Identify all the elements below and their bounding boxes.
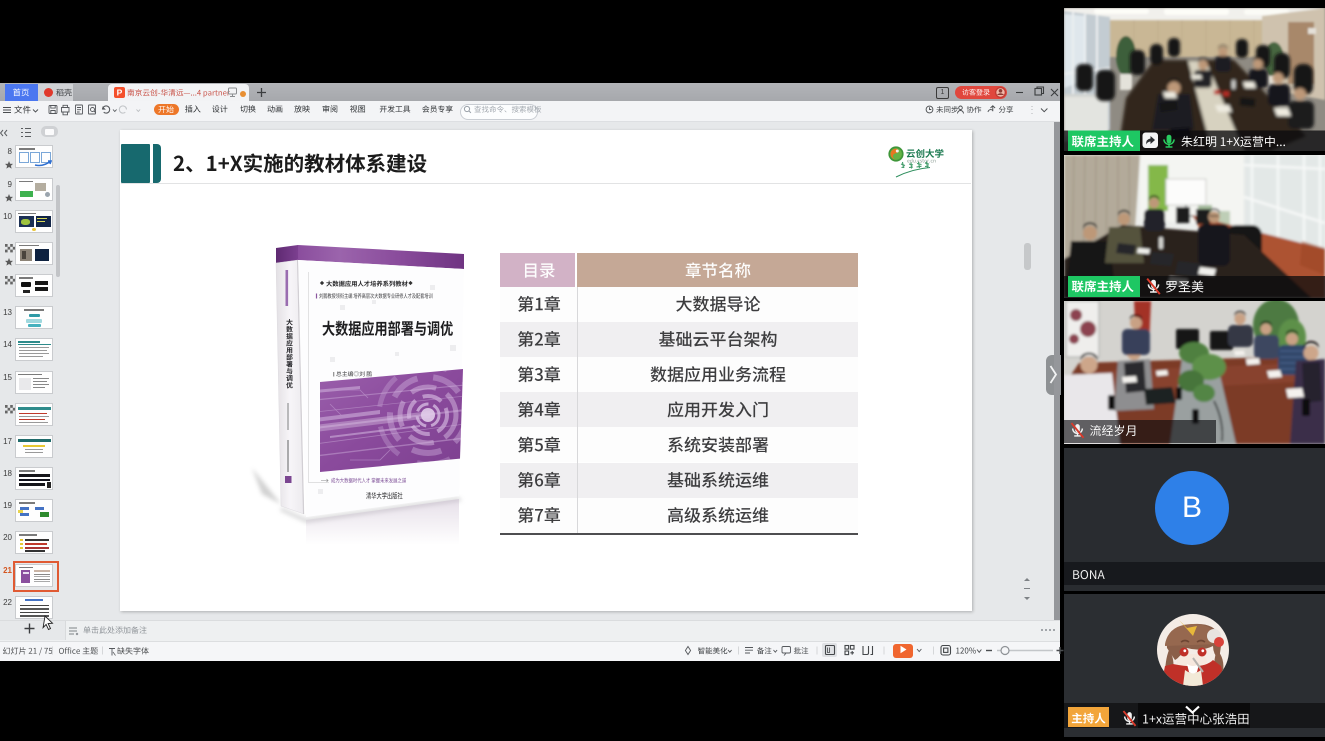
svg-text:P: P bbox=[117, 88, 123, 98]
